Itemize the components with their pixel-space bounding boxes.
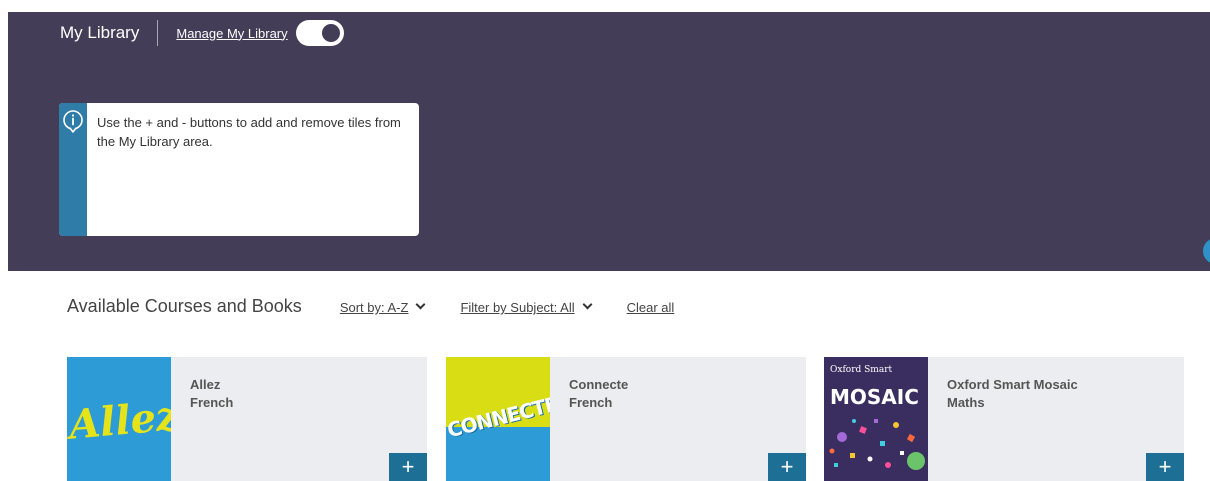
course-subject: Maths [947, 395, 985, 410]
course-title: Connecte [569, 377, 629, 392]
cover-brand-text: Oxford Smart [830, 365, 893, 375]
subject-filter-dropdown[interactable]: Filter by Subject: All [460, 299, 593, 315]
page-title: My Library [60, 23, 140, 42]
sort-label: Sort by: A-Z [339, 300, 409, 315]
course-subject: French [190, 395, 234, 410]
chevron-down-icon [416, 299, 426, 310]
chevron-down-icon [582, 299, 593, 310]
course-card-allez[interactable]: Allez Allez French + [67, 357, 427, 481]
header-divider [157, 20, 159, 46]
course-cover-mosaic: Oxford Smart MOSAIC [824, 357, 928, 481]
info-box: Use the + and - buttons to add and remov… [59, 103, 419, 236]
cover-logo-text: MOSAIC [830, 385, 919, 409]
filter-label: Filter by Subject: All [460, 300, 575, 315]
header-bar: My Library Manage My Library [60, 18, 344, 48]
course-subject: French [569, 395, 613, 410]
cover-logo-text: Allez [67, 392, 171, 449]
manage-library-toggle[interactable] [295, 20, 344, 46]
info-message: Use the + and - buttons to add and remov… [97, 115, 401, 149]
add-to-library-button[interactable]: + [768, 453, 806, 481]
mosaic-pattern-graphic [829, 419, 925, 470]
info-box-accent [59, 103, 88, 236]
add-to-library-button[interactable]: + [1146, 453, 1184, 481]
filter-bar: Available Courses and Books Sort by: A-Z… [67, 296, 674, 317]
course-cover-allez: Allez [67, 357, 171, 481]
course-card-connecte[interactable]: CONNECTE Connecte French + [446, 357, 806, 481]
course-title: Oxford Smart Mosaic [947, 377, 1078, 392]
manage-library-link[interactable]: Manage My Library [176, 26, 287, 41]
toggle-knob [321, 24, 340, 42]
sort-dropdown[interactable]: Sort by: A-Z [339, 299, 426, 315]
course-title: Allez [190, 377, 221, 392]
course-card-oxford-smart-mosaic[interactable]: Oxford Smart MOSAIC Oxford Smart Mosaic … [824, 357, 1184, 481]
clear-all-link[interactable]: Clear all [627, 300, 675, 315]
add-to-library-button[interactable]: + [389, 453, 427, 481]
course-cover-connecte: CONNECTE [446, 357, 550, 481]
info-icon [63, 110, 83, 133]
section-heading: Available Courses and Books [67, 296, 302, 316]
